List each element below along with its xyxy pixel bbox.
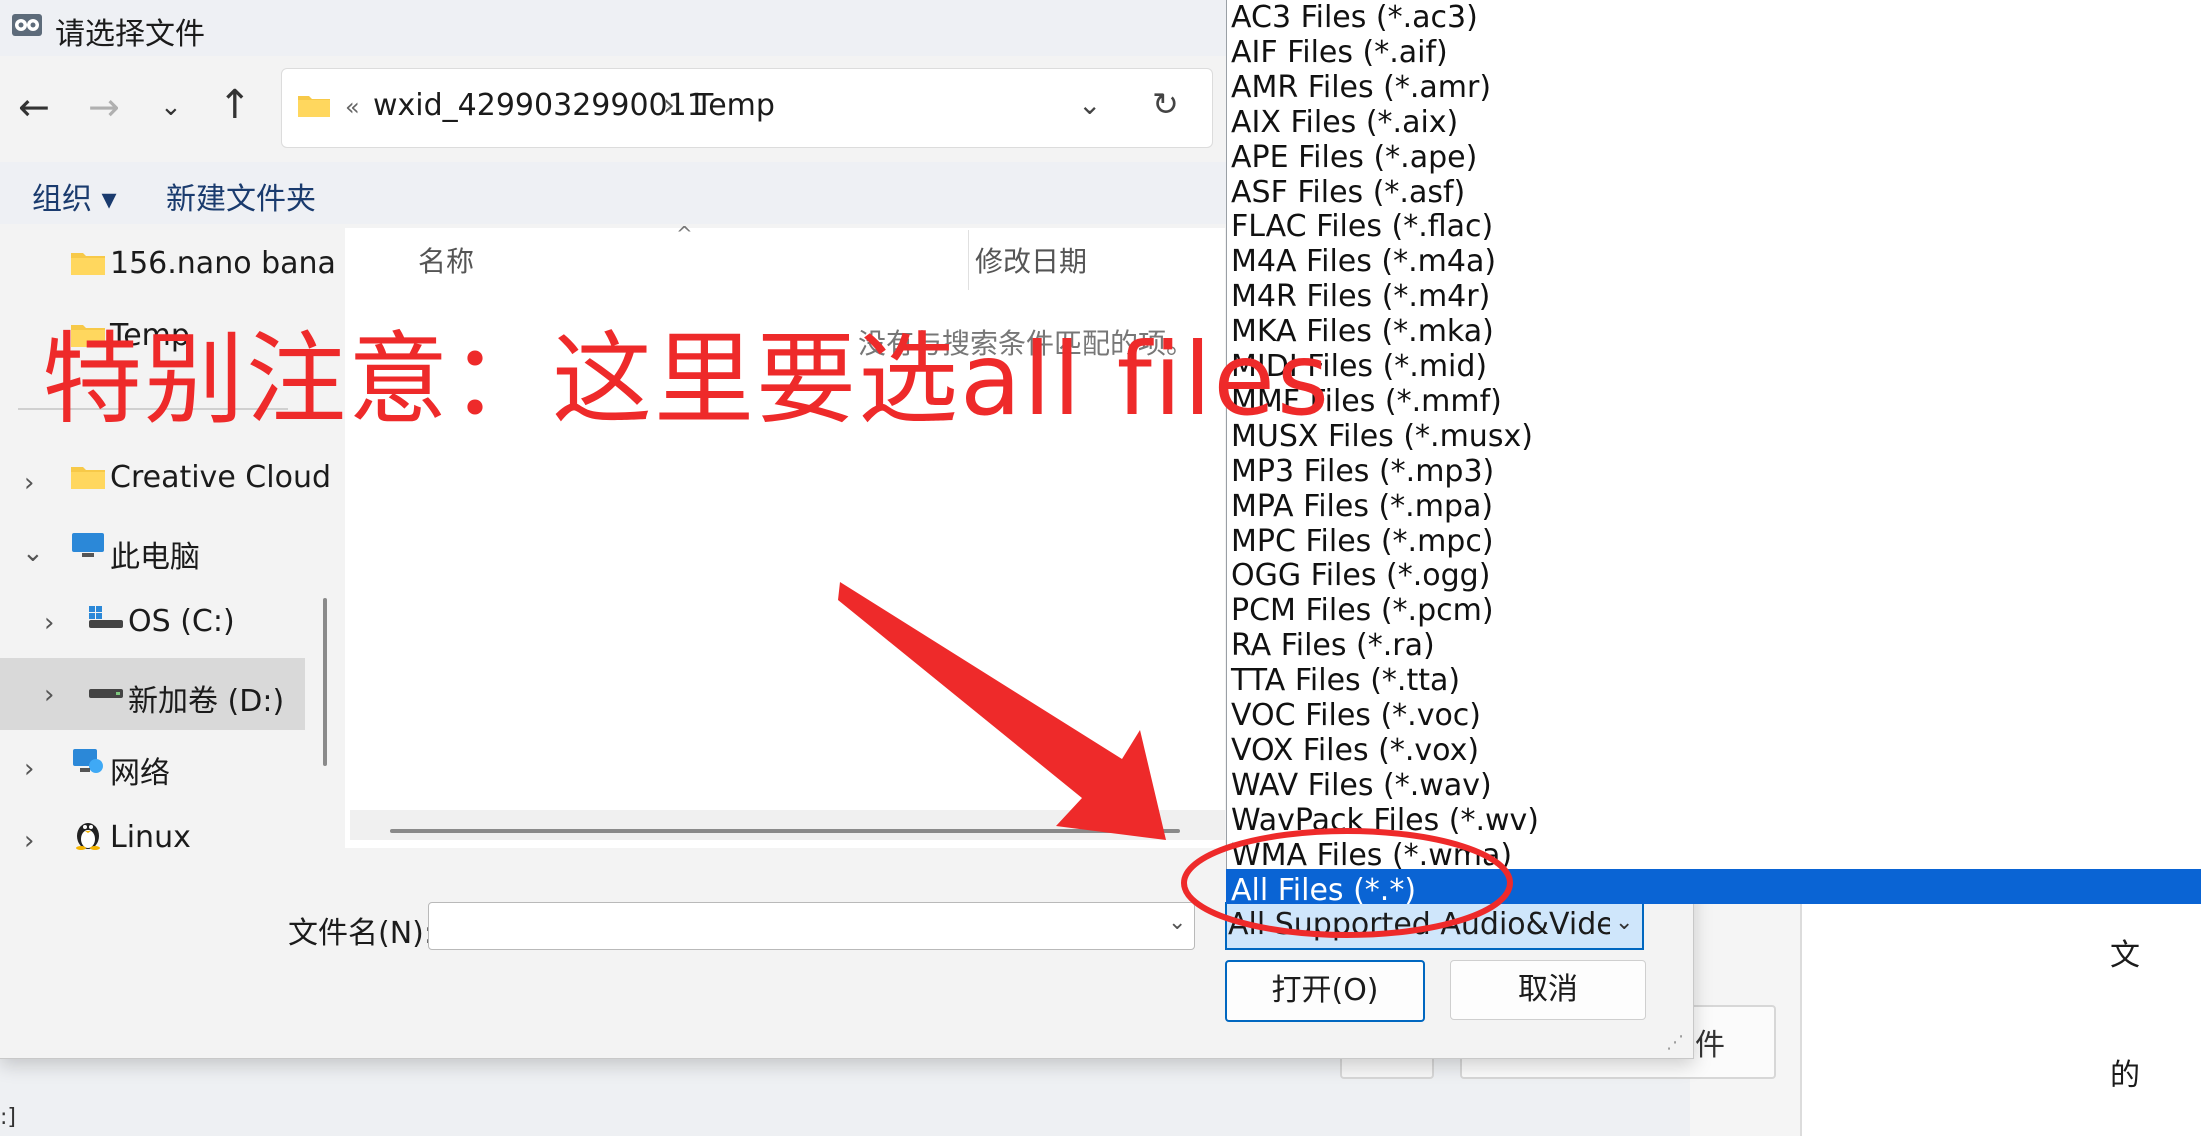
background-text: 文 [2110,938,2140,973]
sidebar-item-creative-cloud[interactable]: Creative Cloud [110,460,331,495]
app-icon [12,14,42,36]
sidebar-item-linux[interactable]: Linux [110,820,191,855]
recent-locations-chevron-icon[interactable]: ⌄ [160,92,182,122]
open-button[interactable]: 打开(O) [1225,960,1425,1022]
expand-chevron-icon[interactable]: › [24,754,34,784]
file-type-option[interactable]: VOC Files (*.voc) [1231,698,1481,733]
up-arrow-icon[interactable]: ↑ [218,82,252,128]
organize-button[interactable]: 组织 ▾ [32,174,117,218]
file-type-option[interactable]: PCM Files (*.pcm) [1231,593,1494,628]
breadcrumb-item[interactable]: Temp [695,88,775,123]
expand-chevron-icon[interactable]: › [24,826,34,856]
background-text: :] [0,1105,16,1130]
breadcrumb-item[interactable]: wxid_4299032990011 [373,88,706,123]
sidebar-scrollbar[interactable] [323,598,327,766]
background-side-panel [1800,895,2201,1136]
file-type-option[interactable]: AC3 Files (*.ac3) [1231,0,1478,35]
folder-icon [71,467,105,489]
file-type-option[interactable]: MPA Files (*.mpa) [1231,489,1493,524]
drive-c-icon [89,606,123,628]
network-icon [73,749,103,773]
sort-ascending-icon: ^ [676,222,693,246]
annotation-callout-text: 特别注意：这里要选all files [42,321,1332,438]
dialog-title: 请选择文件 [55,17,205,52]
sidebar-item-network[interactable]: 网络 [110,748,170,792]
sidebar-item-this-pc[interactable]: 此电脑 [110,532,200,576]
file-type-option[interactable]: MP3 Files (*.mp3) [1231,454,1494,489]
file-type-option[interactable]: AIF Files (*.aif) [1231,35,1448,70]
collapse-chevron-icon[interactable]: ⌄ [22,538,44,568]
address-dropdown-chevron-icon[interactable]: ⌄ [1078,88,1101,121]
file-type-option[interactable]: APE Files (*.ape) [1231,140,1477,175]
expand-chevron-icon[interactable]: › [44,680,54,710]
folder-icon [71,253,105,275]
resize-grip-icon[interactable]: ⋰ [1666,1032,1684,1053]
cancel-button[interactable]: 取消 [1450,960,1646,1020]
folder-icon [298,96,330,117]
filename-input[interactable] [428,902,1195,950]
filename-label: 文件名(N): [288,916,434,951]
refresh-icon[interactable]: ↻ [1152,85,1179,123]
expand-chevron-icon[interactable]: › [44,608,54,638]
file-type-option[interactable]: All Files (*.*) [1231,873,1416,908]
filename-history-chevron-icon[interactable]: ⌄ [1168,910,1186,935]
column-header-date-modified[interactable]: 修改日期 [975,240,1087,280]
new-folder-button[interactable]: 新建文件夹 [166,174,316,218]
file-type-option[interactable]: WMA Files (*.wma) [1231,838,1512,873]
linux-penguin-icon [76,823,100,850]
file-type-option[interactable]: VOX Files (*.vox) [1231,733,1479,768]
background-text: 的 [2110,1058,2140,1093]
back-arrow-icon[interactable]: ← [18,85,50,129]
file-type-option[interactable]: FLAC Files (*.flac) [1231,209,1493,244]
horizontal-scrollbar-thumb[interactable] [390,829,1180,833]
file-type-selected-value: All Supported Audio&Video F [1228,907,1610,942]
file-type-option[interactable]: WAV Files (*.wav) [1231,768,1492,803]
sidebar-item-os-c[interactable]: OS (C:) [128,604,235,639]
file-type-option[interactable]: ASF Files (*.asf) [1231,175,1465,210]
file-type-option[interactable]: TTA Files (*.tta) [1231,663,1460,698]
file-type-option[interactable]: AIX Files (*.aix) [1231,105,1458,140]
breadcrumb-separator[interactable]: › [663,88,675,123]
sidebar-item-new-volume-d[interactable]: 新加卷 (D:) [128,676,284,720]
horizontal-scrollbar[interactable] [350,810,1225,840]
breadcrumb-overflow[interactable]: « [345,93,360,121]
file-type-chevron-icon[interactable]: ⌄ [1615,910,1633,935]
file-type-option[interactable]: OGG Files (*.ogg) [1231,558,1490,593]
expand-chevron-icon[interactable]: › [24,468,34,498]
forward-arrow-icon[interactable]: → [88,85,120,129]
background-button-label: 件 [1695,1028,1725,1063]
file-type-option[interactable]: RA Files (*.ra) [1231,628,1435,663]
file-type-option[interactable]: AMR Files (*.amr) [1231,70,1491,105]
drive-d-icon [89,689,123,698]
column-divider[interactable] [968,230,969,290]
file-type-option[interactable]: MPC Files (*.mpc) [1231,524,1494,559]
sidebar-item-156-nano-bana[interactable]: 156.nano bana [110,246,336,281]
file-type-option[interactable]: M4A Files (*.m4a) [1231,244,1496,279]
file-type-option[interactable]: WavPack Files (*.wv) [1231,803,1539,838]
computer-icon [72,533,104,557]
column-header-name[interactable]: 名称 [418,240,474,280]
